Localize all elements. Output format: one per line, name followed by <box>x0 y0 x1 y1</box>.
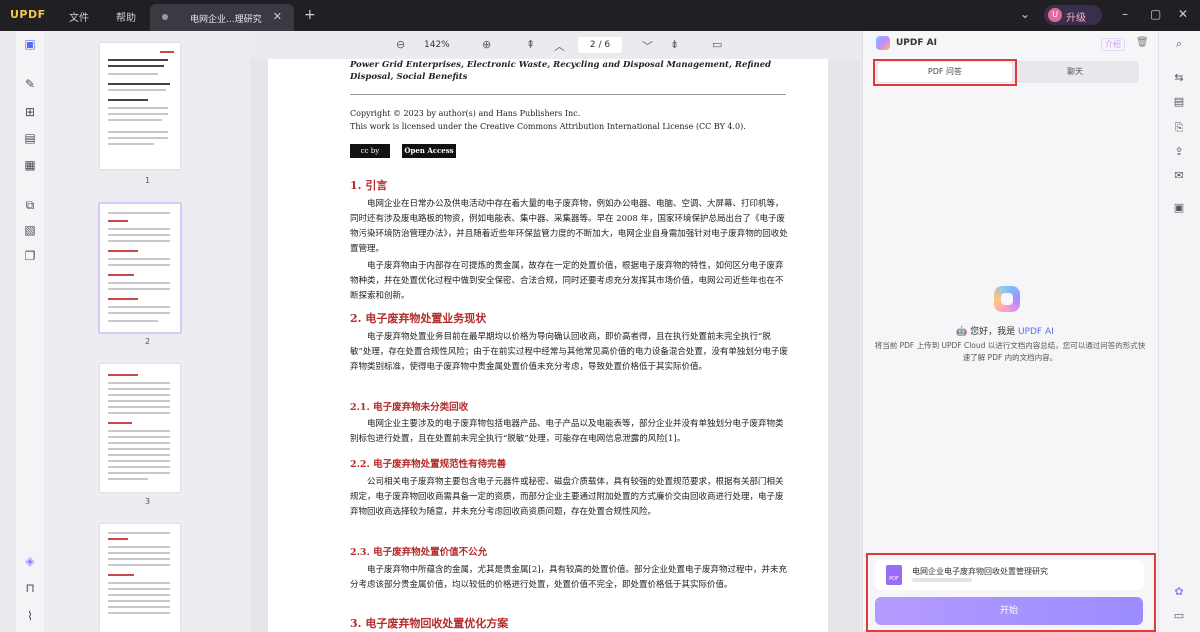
edit-icon[interactable]: ⊞ <box>23 105 37 119</box>
highlight-box <box>866 553 1156 632</box>
zoom-out-icon[interactable]: ⊖ <box>396 38 405 51</box>
thumbnail-page[interactable] <box>100 43 180 169</box>
cc-by-badge: cc by <box>350 144 390 158</box>
search-icon[interactable]: ⌕ <box>1172 37 1186 51</box>
convert-icon[interactable]: ⇆ <box>1172 71 1186 85</box>
welcome-text: 🤖 您好，我是 UPDF AI <box>956 327 1054 337</box>
close-tab-icon[interactable]: ✕ <box>273 10 282 23</box>
updf-ai-icon[interactable]: ✿ <box>1172 585 1186 599</box>
section-heading: 1. 引言 <box>350 179 388 192</box>
chevron-down-icon[interactable]: ⌄ <box>1020 7 1030 21</box>
app-logo: UPDF <box>10 8 46 21</box>
export-icon[interactable]: ⎘ <box>1172 121 1186 135</box>
next-page-icon[interactable]: ﹀ <box>642 38 653 54</box>
divider <box>350 94 786 95</box>
tab-document[interactable]: 电网企业...理研究 ✕ <box>150 4 294 31</box>
paragraph: 电子废弃物处置业务目前在最早期均以价格为导向确认回收商，即价高者得，且在执行处置… <box>350 332 788 372</box>
updf-ai-logo-icon <box>876 36 890 50</box>
open-access-badge: Open Access <box>402 144 456 158</box>
thumbnail-page[interactable] <box>100 524 180 632</box>
subsection-heading: 2.1. 电子废弃物未分类回收 <box>350 402 469 413</box>
highlight-box <box>873 59 1017 86</box>
welcome-emoji-icon: 🤖 <box>956 327 971 337</box>
upgrade-button[interactable]: U 升级 <box>1044 5 1102 25</box>
comment-icon[interactable]: ✎ <box>23 77 37 91</box>
menu-file[interactable]: 文件 <box>69 9 89 24</box>
layers-icon[interactable]: ◈ <box>23 554 37 568</box>
thumbnail-number: 1 <box>145 176 151 185</box>
reader-icon[interactable]: ▣ <box>23 37 37 51</box>
right-toolbar: ⌕ ⇆ ▤ ⎘ ⇪ ✉ ▣ ✿ ▭ <box>1158 31 1200 632</box>
keywords-text: Power Grid Enterprises, Electronic Waste… <box>350 60 772 82</box>
paragraph: 电子废弃物由于内部存在可提炼的贵金属，故存在一定的处置价值，根据电子废弃物的特性… <box>350 261 784 301</box>
last-page-icon[interactable]: ⇟ <box>670 38 679 51</box>
paragraph: 电网企业在日常办公及供电活动中存在着大量的电子废弃物，例如办公电器、电脑、空调、… <box>350 199 788 254</box>
tab-dot-icon <box>162 14 168 20</box>
minimize-icon[interactable]: – <box>1122 7 1128 21</box>
subsection-heading: 2.2. 电子废弃物处置规范性有待完善 <box>350 459 507 470</box>
paragraph: 电网企业主要涉及的电子废弃物包括电器产品、电子产品以及电能表等，部分企业并没有单… <box>350 419 784 444</box>
license-text: This work is licensed under the Creative… <box>350 122 746 131</box>
attachment-icon[interactable]: ⌇ <box>23 609 37 623</box>
ai-panel-title: UPDF AI <box>896 38 937 48</box>
presentation-icon[interactable]: ▭ <box>712 38 722 51</box>
page-number-input[interactable]: 2 / 6 <box>578 37 622 53</box>
organize-icon[interactable]: ▦ <box>23 158 37 172</box>
left-toolbar: ▣ ✎ ⊞ ▤ ▦ ⧉ ▧ ❐ ◈ ⊓ ⌇ <box>16 31 44 632</box>
menu-help[interactable]: 帮助 <box>116 9 136 24</box>
prev-page-icon[interactable]: ︿ <box>554 38 565 54</box>
pdf-page: Power Grid Enterprises, Electronic Waste… <box>268 59 828 632</box>
protect-icon[interactable]: ▧ <box>23 223 37 237</box>
subsection-heading: 2.3. 电子废弃物处置价值不公允 <box>350 547 488 558</box>
thumbnail-number: 3 <box>145 497 151 506</box>
thumbnail-number: 2 <box>145 337 151 346</box>
ai-description: 将当前 PDF 上传到 UPDF Cloud 以进行文档内容总结，您可以通过问答… <box>874 341 1146 362</box>
thumbnail-page-selected[interactable] <box>98 202 182 334</box>
ocr-doc-icon[interactable]: ▤ <box>1172 95 1186 109</box>
paragraph: 公司相关电子废弃物主要包含电子元器件或秘密、磁盘介质载体，具有较强的处置规范要求… <box>350 477 784 517</box>
upgrade-label: 升级 <box>1066 13 1086 24</box>
tab-label: 电网企业...理研究 <box>190 15 262 25</box>
share-icon[interactable]: ⇪ <box>1172 145 1186 159</box>
avatar: U <box>1048 8 1062 22</box>
mail-icon[interactable]: ✉ <box>1172 169 1186 183</box>
title-bar: UPDF 文件 帮助 电网企业...理研究 ✕ + ⌄ U 升级 – ▢ ✕ <box>0 0 1200 31</box>
pages-icon[interactable]: ❐ <box>23 249 37 263</box>
thumbnail-page[interactable] <box>100 364 180 492</box>
first-page-icon[interactable]: ⇞ <box>526 38 535 51</box>
form-icon[interactable]: ▤ <box>23 131 37 145</box>
maximize-icon[interactable]: ▢ <box>1150 7 1161 21</box>
save-icon[interactable]: ▣ <box>1172 201 1186 215</box>
paragraph: 电子废弃物中所蕴含的金属，尤其是贵金属[2]，具有较高的处置价值。部分企业处置电… <box>350 565 788 590</box>
new-tab-icon[interactable]: + <box>304 7 316 23</box>
updf-ai-large-logo-icon <box>994 286 1020 312</box>
zoom-in-icon[interactable]: ⊕ <box>482 38 491 51</box>
bookmark-icon[interactable]: ⊓ <box>23 581 37 595</box>
tab-chat[interactable]: 聊天 <box>1012 62 1138 82</box>
chat-icon[interactable]: ▭ <box>1172 609 1186 623</box>
intro-badge[interactable]: 介绍 <box>1101 38 1125 51</box>
delete-icon[interactable]: 🗑︎ <box>1136 37 1149 48</box>
ocr-icon[interactable]: ⧉ <box>23 198 37 212</box>
copyright-text: Copyright © 2023 by author(s) and Hans P… <box>350 109 581 118</box>
view-toolbar: ⊖ 142% ⊕ ⇞ ︿ ﹀ ⇟ ▭ <box>250 31 860 59</box>
section-heading: 2. 电子废弃物处置业务现状 <box>350 312 487 325</box>
section-heading: 3. 电子废弃物回收处置优化方案 <box>350 617 509 630</box>
zoom-level[interactable]: 142% <box>424 40 450 50</box>
close-window-icon[interactable]: ✕ <box>1178 7 1188 21</box>
